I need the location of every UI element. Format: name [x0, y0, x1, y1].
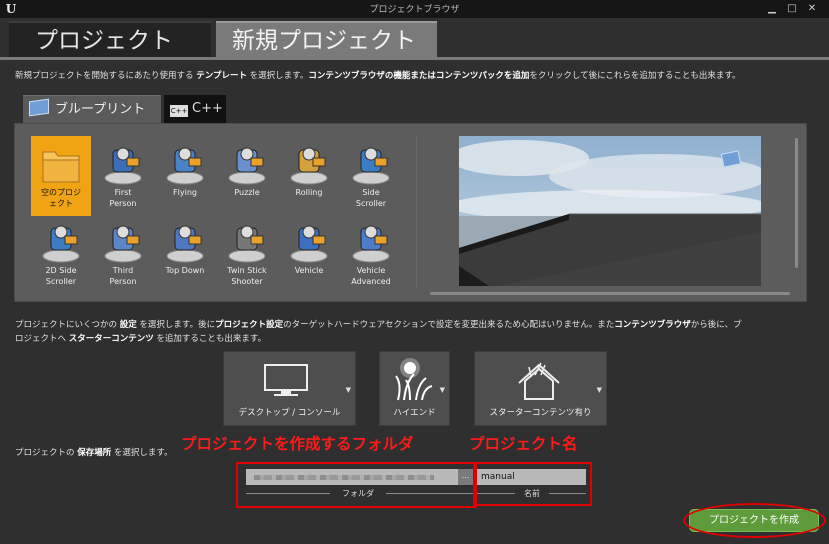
annotation-name: プロジェクト名 [469, 435, 578, 453]
sun-grass-icon [395, 358, 433, 401]
tab-new-project[interactable]: 新規プロジェクト [216, 21, 437, 57]
template-item[interactable]: 空のプロジ ェクト [31, 136, 91, 216]
location-description: プロジェクトの 保存場所 を選択します。 [15, 448, 173, 458]
tab-blueprint-label: ブループリント [55, 102, 146, 117]
starter-content-icon [518, 362, 560, 400]
template-label: Twin Stick Shooter [227, 266, 267, 286]
create-button-highlight [683, 503, 826, 538]
tab-blueprint[interactable]: ブループリント [23, 95, 161, 123]
template-label: Side Scroller [355, 188, 387, 208]
tab-projects[interactable]: プロジェクト [9, 21, 211, 57]
description-scrollbar[interactable] [795, 138, 798, 268]
vehicle-icon [287, 218, 331, 264]
blueprint-icon [29, 98, 49, 117]
starter-content-label: スターターコンテンツ有り [489, 408, 592, 418]
vehicle-advanced-icon [349, 218, 393, 264]
template-label: Vehicle [294, 266, 324, 275]
template-label: 2D Side Scroller [45, 266, 77, 286]
puzzle-icon [225, 140, 269, 186]
tab-underline [0, 57, 829, 60]
window-title: プロジェクトブラウザ [369, 5, 460, 15]
template-preview [459, 136, 761, 286]
template-label: Rolling [295, 188, 323, 197]
name-highlight-box [473, 462, 592, 506]
template-item[interactable]: 2D Side Scroller [31, 214, 91, 294]
chevron-down-icon: ▼ [596, 386, 602, 394]
template-item[interactable]: Flying [155, 136, 215, 216]
panel-divider [416, 136, 417, 288]
minimize-icon[interactable]: ▁ [764, 2, 780, 15]
chevron-down-icon: ▼ [345, 386, 351, 394]
template-item[interactable]: Third Person [93, 214, 153, 294]
template-item[interactable]: Side Scroller [341, 136, 401, 216]
template-label: Puzzle [234, 188, 260, 197]
template-item[interactable]: Twin Stick Shooter [217, 214, 277, 294]
template-item[interactable]: Rolling [279, 136, 339, 216]
template-label: 空のプロジ ェクト [41, 188, 81, 208]
settings-description: プロジェクトにいくつかの 設定 を選択します。後にプロジェクト設定のターゲットハ… [15, 320, 742, 344]
target-platform-label: デスクトップ / コンソール [238, 408, 341, 418]
template-label: Vehicle Advanced [351, 266, 391, 286]
monitor-icon [264, 364, 308, 396]
template-item[interactable]: Vehicle [279, 214, 339, 294]
preview-scrollbar[interactable] [430, 292, 790, 295]
third-person-icon [101, 218, 145, 264]
flying-icon [163, 140, 207, 186]
preview-image [459, 136, 761, 286]
folder-icon [39, 140, 83, 186]
template-item[interactable]: Top Down [155, 214, 215, 294]
top-down-icon [163, 218, 207, 264]
template-label: Third Person [109, 266, 137, 286]
twin-stick-shooter-icon [225, 218, 269, 264]
maximize-icon[interactable]: □ [784, 2, 800, 15]
template-label: Flying [173, 188, 197, 197]
quality-button[interactable]: ▼ ハイエンド [379, 351, 450, 426]
tab-cpp[interactable]: C++ C++ [164, 95, 226, 123]
template-item[interactable]: First Person [93, 136, 153, 216]
chevron-down-icon: ▼ [439, 386, 445, 394]
target-platform-button[interactable]: ▼ デスクトップ / コンソール [223, 351, 356, 426]
rolling-icon [287, 140, 331, 186]
intro-description: 新規プロジェクトを開始するにあたり使用する テンプレート を選択します。コンテン… [15, 71, 741, 81]
2d-side-scroller-icon [39, 218, 83, 264]
template-item[interactable]: Puzzle [217, 136, 277, 216]
folder-highlight-box [236, 462, 477, 508]
template-item[interactable]: Vehicle Advanced [341, 214, 401, 294]
quality-label: ハイエンド [393, 408, 436, 418]
tab-cpp-label: C++ [192, 101, 223, 116]
starter-content-button[interactable]: ▼ スターターコンテンツ有り [474, 351, 607, 426]
template-label: First Person [109, 188, 137, 208]
template-label: Top Down [165, 266, 205, 275]
first-person-icon [101, 140, 145, 186]
annotation-folder: プロジェクトを作成するフォルダ [181, 435, 414, 453]
close-icon[interactable]: ✕ [804, 2, 820, 15]
side-scroller-icon [349, 140, 393, 186]
cpp-icon: C++ [170, 105, 188, 117]
